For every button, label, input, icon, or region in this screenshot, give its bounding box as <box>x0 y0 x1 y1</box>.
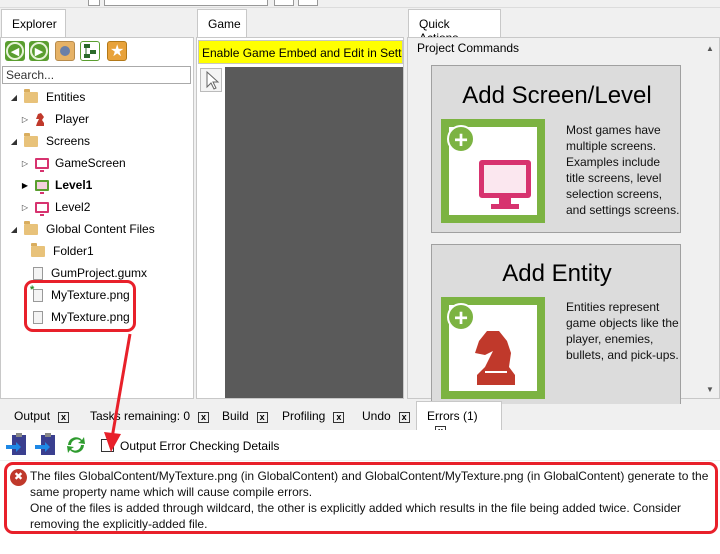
chess-knight-icon: + <box>441 297 545 399</box>
tree-item-global-content-files[interactable]: ◢ Global Content Files <box>8 218 155 240</box>
card-description: Most games have multiple screens. Exampl… <box>566 123 680 217</box>
cursor-icon <box>206 70 220 90</box>
expanded-arrow-icon[interactable]: ◢ <box>8 93 20 102</box>
highlight-duplicate-files <box>24 280 136 332</box>
tree-item-screens[interactable]: ◢ Screens <box>8 130 90 152</box>
search-input[interactable] <box>2 66 191 84</box>
toolbar-stub[interactable] <box>298 0 318 6</box>
tab-output[interactable]: Output x <box>4 402 79 428</box>
file-icon <box>33 266 43 280</box>
tab-errors[interactable]: Errors (1)x <box>416 401 502 437</box>
tree-item-level2[interactable]: ▷ Level2 <box>19 196 90 218</box>
favorite-button[interactable]: ★ <box>107 41 127 61</box>
tab-quick-actions[interactable]: Quick Actions <box>408 9 501 45</box>
tree-item-label: GameScreen <box>55 156 126 170</box>
close-icon[interactable]: x <box>256 412 268 423</box>
clipboard-arrow-icon <box>6 433 26 455</box>
tab-profiling[interactable]: Profiling x <box>272 402 354 428</box>
select-tool-button[interactable] <box>200 68 222 92</box>
tab-label: Undo <box>362 409 391 423</box>
expanded-arrow-icon[interactable]: ◢ <box>8 225 20 234</box>
annotation-arrow <box>104 333 132 452</box>
screen-icon <box>35 157 49 172</box>
close-icon[interactable]: x <box>398 412 410 423</box>
tab-build[interactable]: Build x <box>212 402 278 428</box>
game-viewport[interactable] <box>225 67 403 398</box>
forward-button[interactable]: ▶ <box>29 41 49 61</box>
card-title: Add Entity <box>502 260 612 287</box>
add-screen-card[interactable]: Add Screen/Level + Most games have multi… <box>431 65 681 233</box>
refresh-button[interactable] <box>63 432 89 458</box>
forward-arrow-icon: ▶ <box>30 42 48 60</box>
tree-item-entities[interactable]: ◢ Entities <box>8 86 85 108</box>
collapsed-arrow-icon[interactable]: ▷ <box>19 115 31 124</box>
top-toolbar-strip <box>0 0 720 8</box>
tree-item-label: Folder1 <box>53 244 94 258</box>
toolbar-dropdown-stub[interactable] <box>104 0 268 6</box>
folder-icon <box>24 220 38 235</box>
toolbar-stub[interactable] <box>274 0 294 6</box>
game-embed-banner[interactable]: Enable Game Embed and Edit in Settings <box>198 40 403 64</box>
tree-item-label: Level1 <box>55 178 93 192</box>
back-button[interactable]: ◀ <box>5 41 25 61</box>
tab-undo[interactable]: Undo x <box>352 402 420 428</box>
screen-icon: + <box>441 119 545 223</box>
add-entity-card[interactable]: Add Entity + Entities represent game obj… <box>431 244 681 404</box>
close-icon[interactable]: x <box>333 412 345 423</box>
project-commands-heading: Project Commands <box>417 41 520 55</box>
collapse-button[interactable] <box>55 41 75 61</box>
tree-item-label: Player <box>55 112 90 126</box>
tab-game[interactable]: Game <box>197 9 247 38</box>
toolbar-stub[interactable] <box>88 0 100 6</box>
screen-icon <box>35 201 49 216</box>
collapsed-arrow-icon[interactable]: ▷ <box>19 203 31 212</box>
collapsed-arrow-icon[interactable]: ▷ <box>19 159 31 168</box>
tab-label: Profiling <box>282 409 326 423</box>
close-icon[interactable]: x <box>58 412 70 423</box>
scroll-up-icon[interactable]: ▲ <box>706 44 714 53</box>
highlight-error-message <box>4 462 718 534</box>
collapsed-arrow-icon[interactable]: ▶ <box>19 181 31 190</box>
collapse-icon <box>60 46 70 56</box>
tree-item-gamescreen[interactable]: ▷ GameScreen <box>19 152 126 174</box>
quick-actions-scrollbar[interactable]: ▲ ▼ <box>702 38 719 398</box>
scroll-down-icon[interactable]: ▼ <box>706 385 714 394</box>
tree-item-level1[interactable]: ▶ Level1 <box>19 174 92 196</box>
back-arrow-icon: ◀ <box>6 42 24 60</box>
star-icon: ★ <box>110 43 125 60</box>
tree-item-label: Global Content Files <box>46 222 155 236</box>
tree-item-player[interactable]: ▷ Player <box>19 108 89 130</box>
refresh-icon <box>67 437 85 453</box>
checkbox-label: Output Error Checking Details <box>120 439 280 453</box>
plus-icon: + <box>447 125 475 154</box>
tree-item-label: Screens <box>46 134 91 148</box>
close-icon[interactable]: x <box>198 412 210 423</box>
tree-item-label: Level2 <box>55 200 91 214</box>
card-description: Entities represent game objects like the… <box>566 300 679 362</box>
tab-label: Build <box>222 409 249 423</box>
copy-errors-button[interactable] <box>4 432 30 458</box>
folder-icon <box>24 88 38 103</box>
folder-icon <box>31 242 45 257</box>
start-screen-icon <box>35 179 49 194</box>
card-title: Add Screen/Level <box>462 82 652 109</box>
tree-item-label: Entities <box>46 90 86 104</box>
tab-label: Errors (1) <box>427 409 478 423</box>
tab-label: Explorer <box>12 17 57 31</box>
tab-label: Output <box>14 409 51 423</box>
add-file-button[interactable] <box>80 41 100 61</box>
tab-explorer[interactable]: Explorer <box>1 9 66 38</box>
tab-label: Game <box>208 17 241 31</box>
clipboard-arrow-icon <box>35 433 55 455</box>
export-errors-button[interactable] <box>33 432 59 458</box>
tree-item-folder1[interactable]: Folder1 <box>31 240 94 262</box>
chess-knight-icon <box>36 113 44 126</box>
folder-icon <box>24 132 38 147</box>
expanded-arrow-icon[interactable]: ◢ <box>8 137 20 146</box>
add-file-icon <box>84 44 96 58</box>
tree-item-label: GumProject.gumx <box>51 266 148 280</box>
